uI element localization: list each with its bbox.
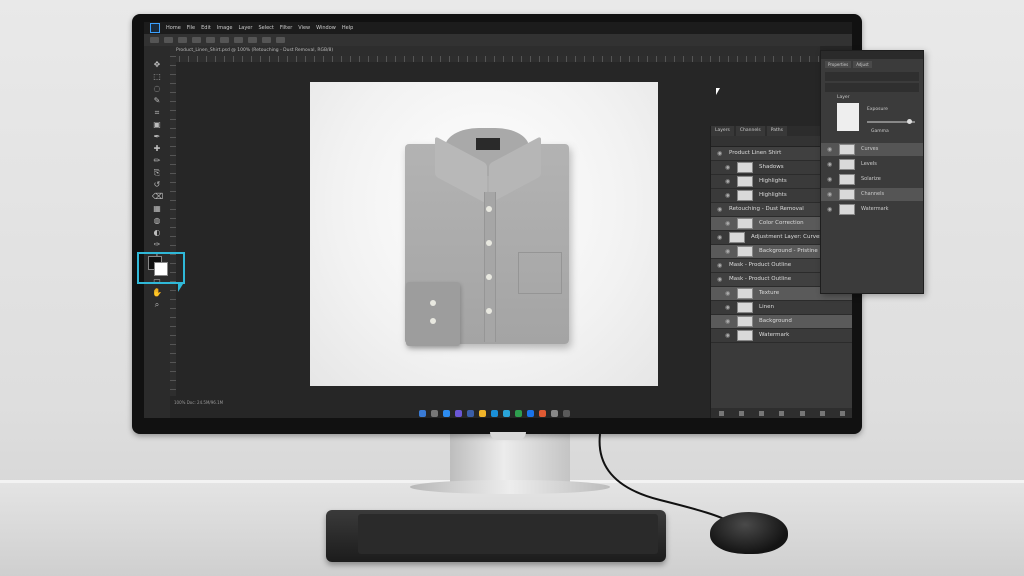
mouse-cable [598, 433, 731, 523]
computer-mouse [710, 512, 788, 554]
